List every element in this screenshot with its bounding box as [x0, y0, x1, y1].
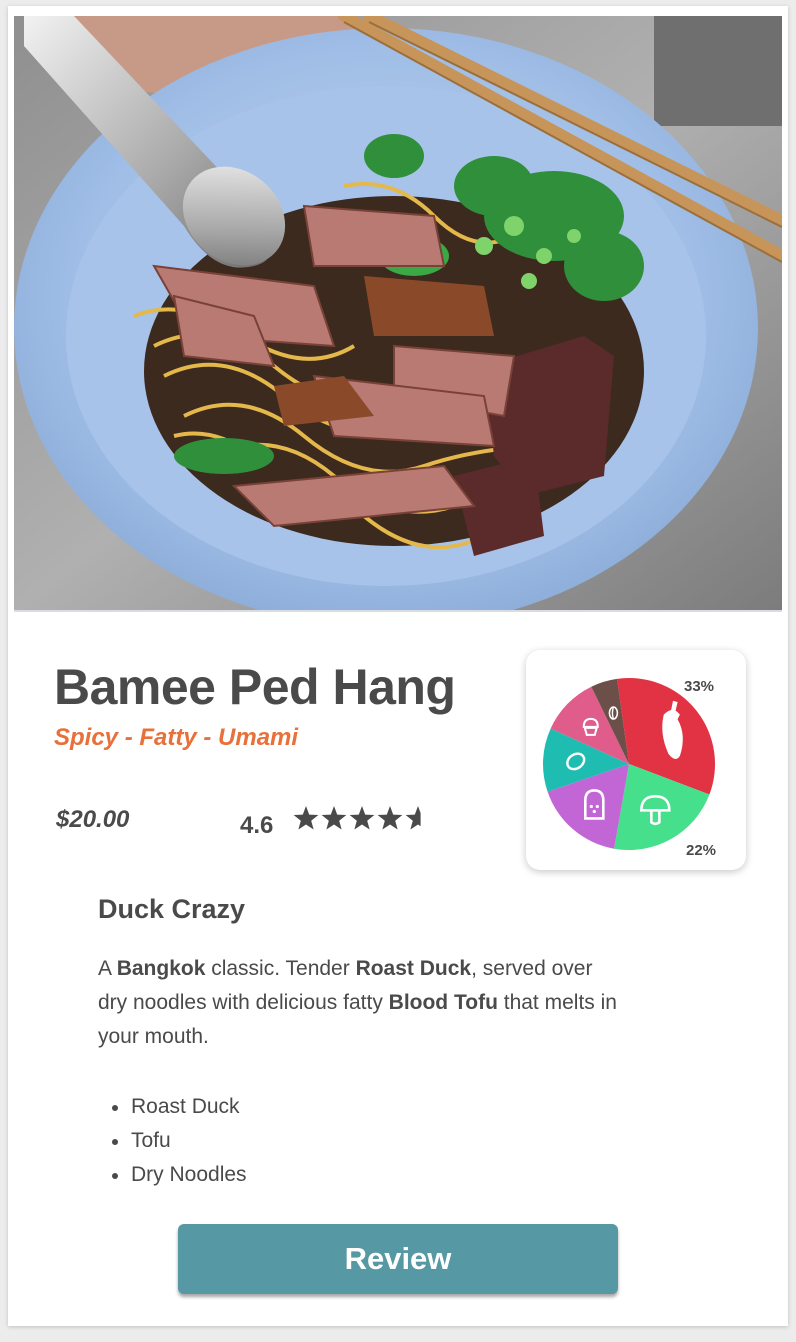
star-icon: [405, 806, 421, 830]
dish-title: Bamee Ped Hang: [54, 659, 456, 715]
duck-noodle-bowl-photo: [14, 16, 782, 610]
star-icon: [349, 806, 375, 830]
star-icon: [293, 806, 319, 830]
description-text: classic. Tender: [205, 957, 356, 980]
dish-card: Bamee Ped Hang Spicy - Fatty - Umami $20…: [8, 6, 788, 1326]
description-bold-city: Bangkok: [116, 957, 206, 980]
flavor-profile-chart: 33% 22%: [526, 650, 746, 870]
umami-percent-label: 22%: [686, 842, 717, 859]
ingredient-item: Roast Duck: [108, 1090, 247, 1124]
ingredient-list: Roast Duck Tofu Dry Noodles: [108, 1090, 247, 1192]
dish-photo: [14, 16, 782, 612]
star-rating: [293, 806, 421, 830]
star-icon: [377, 806, 403, 830]
section-title: Duck Crazy: [98, 894, 246, 924]
spicy-percent-label: 33%: [684, 678, 715, 695]
ingredient-item: Dry Noodles: [108, 1158, 247, 1192]
ingredient-item: Tofu: [108, 1124, 247, 1158]
description-bold-tofu: Blood Tofu: [388, 991, 498, 1014]
rating-value: 4.6: [240, 812, 274, 839]
star-icon: [321, 806, 347, 830]
dish-description: A Bangkok classic. Tender Roast Duck, se…: [98, 952, 618, 1054]
dish-price: $20.00: [56, 806, 130, 833]
description-bold-duck: Roast Duck: [355, 957, 472, 980]
review-button[interactable]: Review: [178, 1224, 618, 1294]
description-text: A: [98, 957, 117, 980]
flavor-tags: Spicy - Fatty - Umami: [54, 724, 299, 751]
